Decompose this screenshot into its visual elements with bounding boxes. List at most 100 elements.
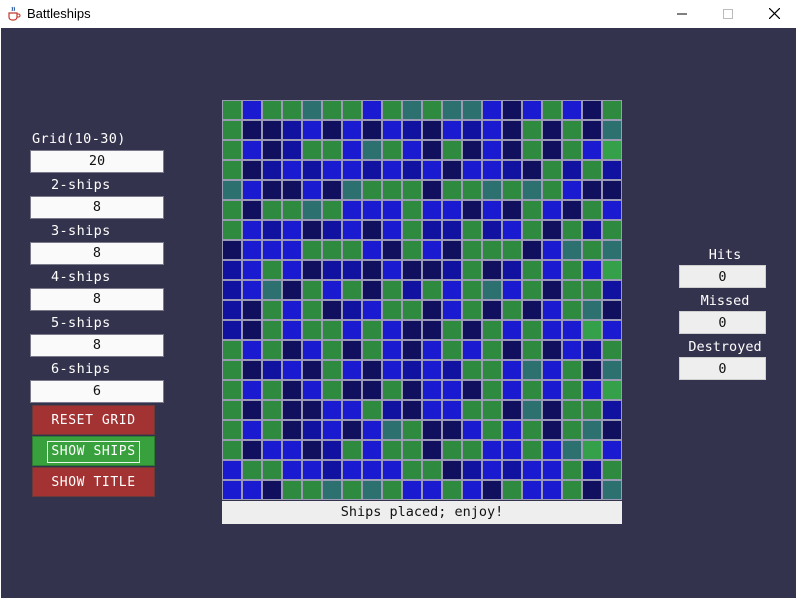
- grid-cell[interactable]: [462, 200, 482, 220]
- grid-cell[interactable]: [542, 480, 562, 500]
- grid-cell[interactable]: [322, 400, 342, 420]
- grid-cell[interactable]: [602, 220, 622, 240]
- grid-cell[interactable]: [302, 340, 322, 360]
- grid-cell[interactable]: [342, 260, 362, 280]
- grid-cell[interactable]: [482, 360, 502, 380]
- grid-cell[interactable]: [402, 380, 422, 400]
- grid-cell[interactable]: [462, 100, 482, 120]
- grid-cell[interactable]: [522, 120, 542, 140]
- grid-cell[interactable]: [322, 180, 342, 200]
- grid-cell[interactable]: [602, 340, 622, 360]
- grid-cell[interactable]: [422, 140, 442, 160]
- grid-cell[interactable]: [342, 200, 362, 220]
- grid-cell[interactable]: [262, 400, 282, 420]
- grid-cell[interactable]: [422, 120, 442, 140]
- grid-cell[interactable]: [562, 180, 582, 200]
- grid-cell[interactable]: [362, 240, 382, 260]
- grid-cell[interactable]: [282, 400, 302, 420]
- grid-cell[interactable]: [482, 300, 502, 320]
- grid-cell[interactable]: [562, 420, 582, 440]
- grid-cell[interactable]: [602, 260, 622, 280]
- grid-cell[interactable]: [462, 160, 482, 180]
- grid-cell[interactable]: [342, 340, 362, 360]
- grid-cell[interactable]: [422, 220, 442, 240]
- grid-cell[interactable]: [362, 360, 382, 380]
- grid-cell[interactable]: [442, 140, 462, 160]
- grid-cell[interactable]: [362, 440, 382, 460]
- grid-cell[interactable]: [462, 180, 482, 200]
- grid-cell[interactable]: [422, 300, 442, 320]
- grid-cell[interactable]: [522, 480, 542, 500]
- grid-cell[interactable]: [582, 440, 602, 460]
- grid-cell[interactable]: [362, 400, 382, 420]
- grid-cell[interactable]: [402, 420, 422, 440]
- grid-cell[interactable]: [562, 400, 582, 420]
- grid-cell[interactable]: [342, 120, 362, 140]
- grid-cell[interactable]: [522, 340, 542, 360]
- grid-cell[interactable]: [282, 440, 302, 460]
- grid-cell[interactable]: [482, 380, 502, 400]
- grid-cell[interactable]: [402, 300, 422, 320]
- grid-cell[interactable]: [582, 180, 602, 200]
- grid-cell[interactable]: [302, 480, 322, 500]
- grid-cell[interactable]: [542, 420, 562, 440]
- grid-cell[interactable]: [222, 400, 242, 420]
- grid-cell[interactable]: [302, 240, 322, 260]
- grid-cell[interactable]: [582, 200, 602, 220]
- grid-cell[interactable]: [602, 400, 622, 420]
- grid-cell[interactable]: [282, 200, 302, 220]
- grid-cell[interactable]: [222, 220, 242, 240]
- grid-cell[interactable]: [222, 160, 242, 180]
- grid-cell[interactable]: [422, 460, 442, 480]
- grid-cell[interactable]: [262, 100, 282, 120]
- grid-cell[interactable]: [442, 160, 462, 180]
- grid-cell[interactable]: [262, 120, 282, 140]
- grid-cell[interactable]: [222, 180, 242, 200]
- grid-cell[interactable]: [482, 200, 502, 220]
- grid-cell[interactable]: [242, 400, 262, 420]
- grid-cell[interactable]: [602, 320, 622, 340]
- grid-cell[interactable]: [382, 280, 402, 300]
- grid-cell[interactable]: [522, 220, 542, 240]
- grid-cell[interactable]: [582, 300, 602, 320]
- grid-cell[interactable]: [222, 460, 242, 480]
- grid-cell[interactable]: [382, 380, 402, 400]
- grid-cell[interactable]: [222, 420, 242, 440]
- grid-cell[interactable]: [362, 460, 382, 480]
- grid-cell[interactable]: [222, 300, 242, 320]
- grid-cell[interactable]: [482, 320, 502, 340]
- grid-cell[interactable]: [442, 260, 462, 280]
- grid-cell[interactable]: [582, 280, 602, 300]
- grid-cell[interactable]: [522, 200, 542, 220]
- grid-cell[interactable]: [242, 100, 262, 120]
- grid-cell[interactable]: [362, 300, 382, 320]
- grid-cell[interactable]: [482, 400, 502, 420]
- grid-cell[interactable]: [242, 220, 262, 240]
- grid-cell[interactable]: [462, 460, 482, 480]
- grid-cell[interactable]: [302, 460, 322, 480]
- grid-cell[interactable]: [342, 220, 362, 240]
- grid-cell[interactable]: [562, 360, 582, 380]
- grid-cell[interactable]: [462, 320, 482, 340]
- grid-cell[interactable]: [562, 140, 582, 160]
- grid-cell[interactable]: [282, 240, 302, 260]
- grid-cell[interactable]: [322, 240, 342, 260]
- grid-cell[interactable]: [522, 440, 542, 460]
- grid-cell[interactable]: [602, 200, 622, 220]
- grid-cell[interactable]: [542, 400, 562, 420]
- grid-cell[interactable]: [242, 140, 262, 160]
- grid-cell[interactable]: [242, 440, 262, 460]
- grid-cell[interactable]: [522, 400, 542, 420]
- grid-cell[interactable]: [542, 460, 562, 480]
- grid-cell[interactable]: [562, 220, 582, 240]
- grid-cell[interactable]: [502, 480, 522, 500]
- grid-cell[interactable]: [322, 320, 342, 340]
- grid-cell[interactable]: [302, 120, 322, 140]
- grid-cell[interactable]: [582, 140, 602, 160]
- grid-cell[interactable]: [502, 260, 522, 280]
- grid-cell[interactable]: [302, 280, 322, 300]
- grid-cell[interactable]: [542, 200, 562, 220]
- grid-cell[interactable]: [242, 180, 262, 200]
- grid-cell[interactable]: [562, 320, 582, 340]
- grid-cell[interactable]: [522, 300, 542, 320]
